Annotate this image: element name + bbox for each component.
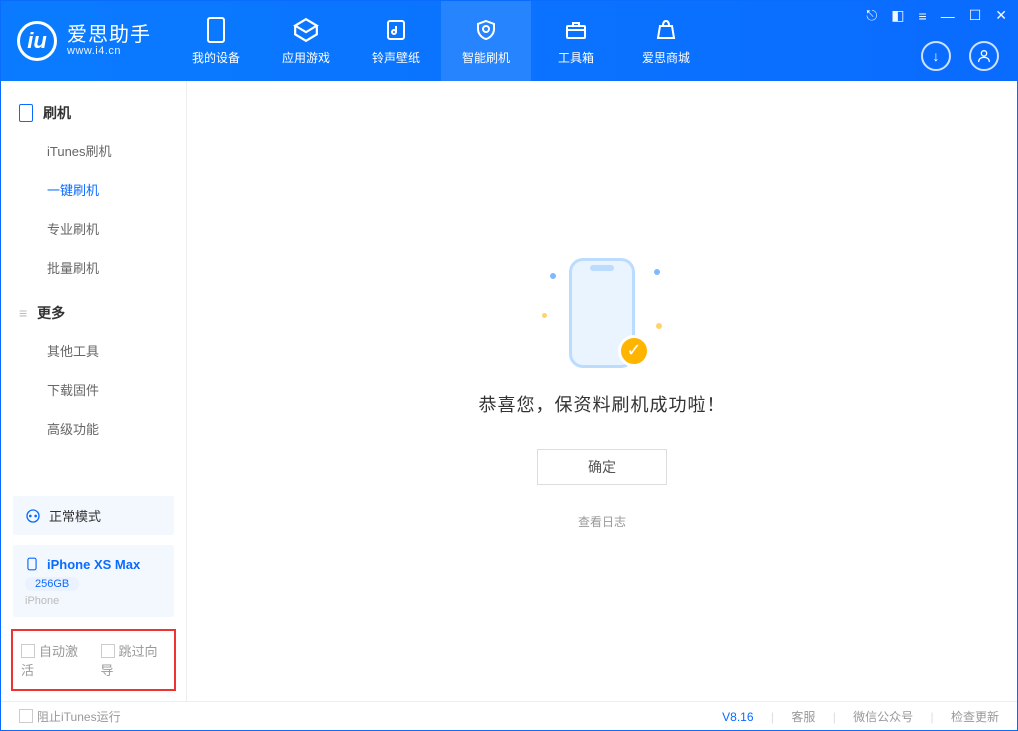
logo-icon: iu <box>17 21 57 61</box>
maximize-button[interactable]: ☐ <box>969 7 982 24</box>
logo[interactable]: iu 爱思助手 www.i4.cn <box>17 21 151 61</box>
phone-icon <box>25 555 39 573</box>
success-illustration: ✓ <box>542 253 662 373</box>
sidebar: 刷机 iTunes刷机 一键刷机 专业刷机 批量刷机 ≡ 更多 其他工具 下载固… <box>1 81 187 701</box>
sidebar-item-batch-flash[interactable]: 批量刷机 <box>1 248 186 287</box>
download-button[interactable]: ↓ <box>921 41 951 71</box>
user-button[interactable] <box>969 41 999 71</box>
tab-ringtones-wallpapers[interactable]: 铃声壁纸 <box>351 1 441 81</box>
app-subtitle: www.i4.cn <box>67 45 151 57</box>
checkbox-icon <box>21 644 35 658</box>
check-icon: ✓ <box>618 335 650 367</box>
version-label: V8.16 <box>722 710 753 724</box>
sidebar-heading-label: 刷机 <box>43 103 71 123</box>
nav-tabs: 我的设备 应用游戏 铃声壁纸 智能刷机 工具箱 <box>171 1 711 81</box>
sidebar-item-advanced[interactable]: 高级功能 <box>1 409 186 448</box>
device-mode-box[interactable]: 正常模式 <box>13 496 174 535</box>
app-title: 爱思助手 <box>67 25 151 45</box>
more-icon: ≡ <box>19 305 27 321</box>
tab-label: 应用游戏 <box>282 49 330 66</box>
footer: 阻止iTunes运行 V8.16 | 客服 | 微信公众号 | 检查更新 <box>1 701 1017 731</box>
sync-icon <box>25 508 41 524</box>
theme-icon[interactable]: ◧ <box>891 7 904 24</box>
auto-activate-option[interactable]: 自动激活 <box>21 641 87 679</box>
tab-label: 铃声壁纸 <box>372 49 420 66</box>
sidebar-item-pro-flash[interactable]: 专业刷机 <box>1 209 186 248</box>
sidebar-heading-label: 更多 <box>37 303 65 323</box>
tab-label: 爱思商城 <box>642 49 690 66</box>
checkbox-icon <box>101 644 115 658</box>
tab-my-device[interactable]: 我的设备 <box>171 1 261 81</box>
tab-label: 智能刷机 <box>462 49 510 66</box>
music-icon <box>383 17 409 43</box>
footer-link-wechat[interactable]: 微信公众号 <box>853 710 913 724</box>
tab-toolbox[interactable]: 工具箱 <box>531 1 621 81</box>
menu-icon[interactable]: ≡ <box>919 8 927 24</box>
success-message: 恭喜您，保资料刷机成功啦！ <box>479 391 726 417</box>
shield-icon <box>473 17 499 43</box>
close-button[interactable]: ✕ <box>995 7 1007 24</box>
window-controls: ⎋ ◧ ≡ — ☐ ✕ <box>866 7 1007 24</box>
tab-smart-flash[interactable]: 智能刷机 <box>441 1 531 81</box>
ok-button[interactable]: 确定 <box>537 449 667 485</box>
minimize-button[interactable]: — <box>941 8 955 24</box>
tab-label: 工具箱 <box>558 49 594 66</box>
sidebar-item-itunes-flash[interactable]: iTunes刷机 <box>1 131 186 170</box>
view-log-link[interactable]: 查看日志 <box>578 513 626 530</box>
sidebar-item-other-tools[interactable]: 其他工具 <box>1 331 186 370</box>
sidebar-item-download-firmware[interactable]: 下载固件 <box>1 370 186 409</box>
options-highlight-box: 自动激活 跳过向导 <box>11 629 176 691</box>
sidebar-heading-more: ≡ 更多 <box>1 295 186 331</box>
footer-link-support[interactable]: 客服 <box>791 710 815 724</box>
tab-store[interactable]: 爱思商城 <box>621 1 711 81</box>
device-info-box[interactable]: iPhone XS Max 256GB iPhone <box>13 545 174 617</box>
footer-link-update[interactable]: 检查更新 <box>951 710 999 724</box>
tab-label: 我的设备 <box>192 49 240 66</box>
store-icon <box>653 17 679 43</box>
sidebar-item-oneclick-flash[interactable]: 一键刷机 <box>1 170 186 209</box>
shirt-icon[interactable]: ⎋ <box>866 7 877 24</box>
cube-icon <box>293 17 319 43</box>
tab-apps-games[interactable]: 应用游戏 <box>261 1 351 81</box>
option-label: 阻止iTunes运行 <box>37 710 121 724</box>
skip-guide-option[interactable]: 跳过向导 <box>101 641 167 679</box>
phone-outline-icon <box>19 104 33 122</box>
device-icon <box>203 17 229 43</box>
device-name-label: iPhone XS Max <box>47 557 140 572</box>
device-type-label: iPhone <box>25 595 162 607</box>
device-storage-badge: 256GB <box>25 577 79 591</box>
toolbox-icon <box>563 17 589 43</box>
header: iu 爱思助手 www.i4.cn 我的设备 应用游戏 铃声壁纸 智能刷 <box>1 1 1017 81</box>
block-itunes-option[interactable]: 阻止iTunes运行 <box>19 708 121 725</box>
checkbox-icon <box>19 709 33 723</box>
main-content: ✓ 恭喜您，保资料刷机成功啦！ 确定 查看日志 <box>187 81 1017 701</box>
sidebar-heading-flash: 刷机 <box>1 95 186 131</box>
device-mode-label: 正常模式 <box>49 506 101 525</box>
